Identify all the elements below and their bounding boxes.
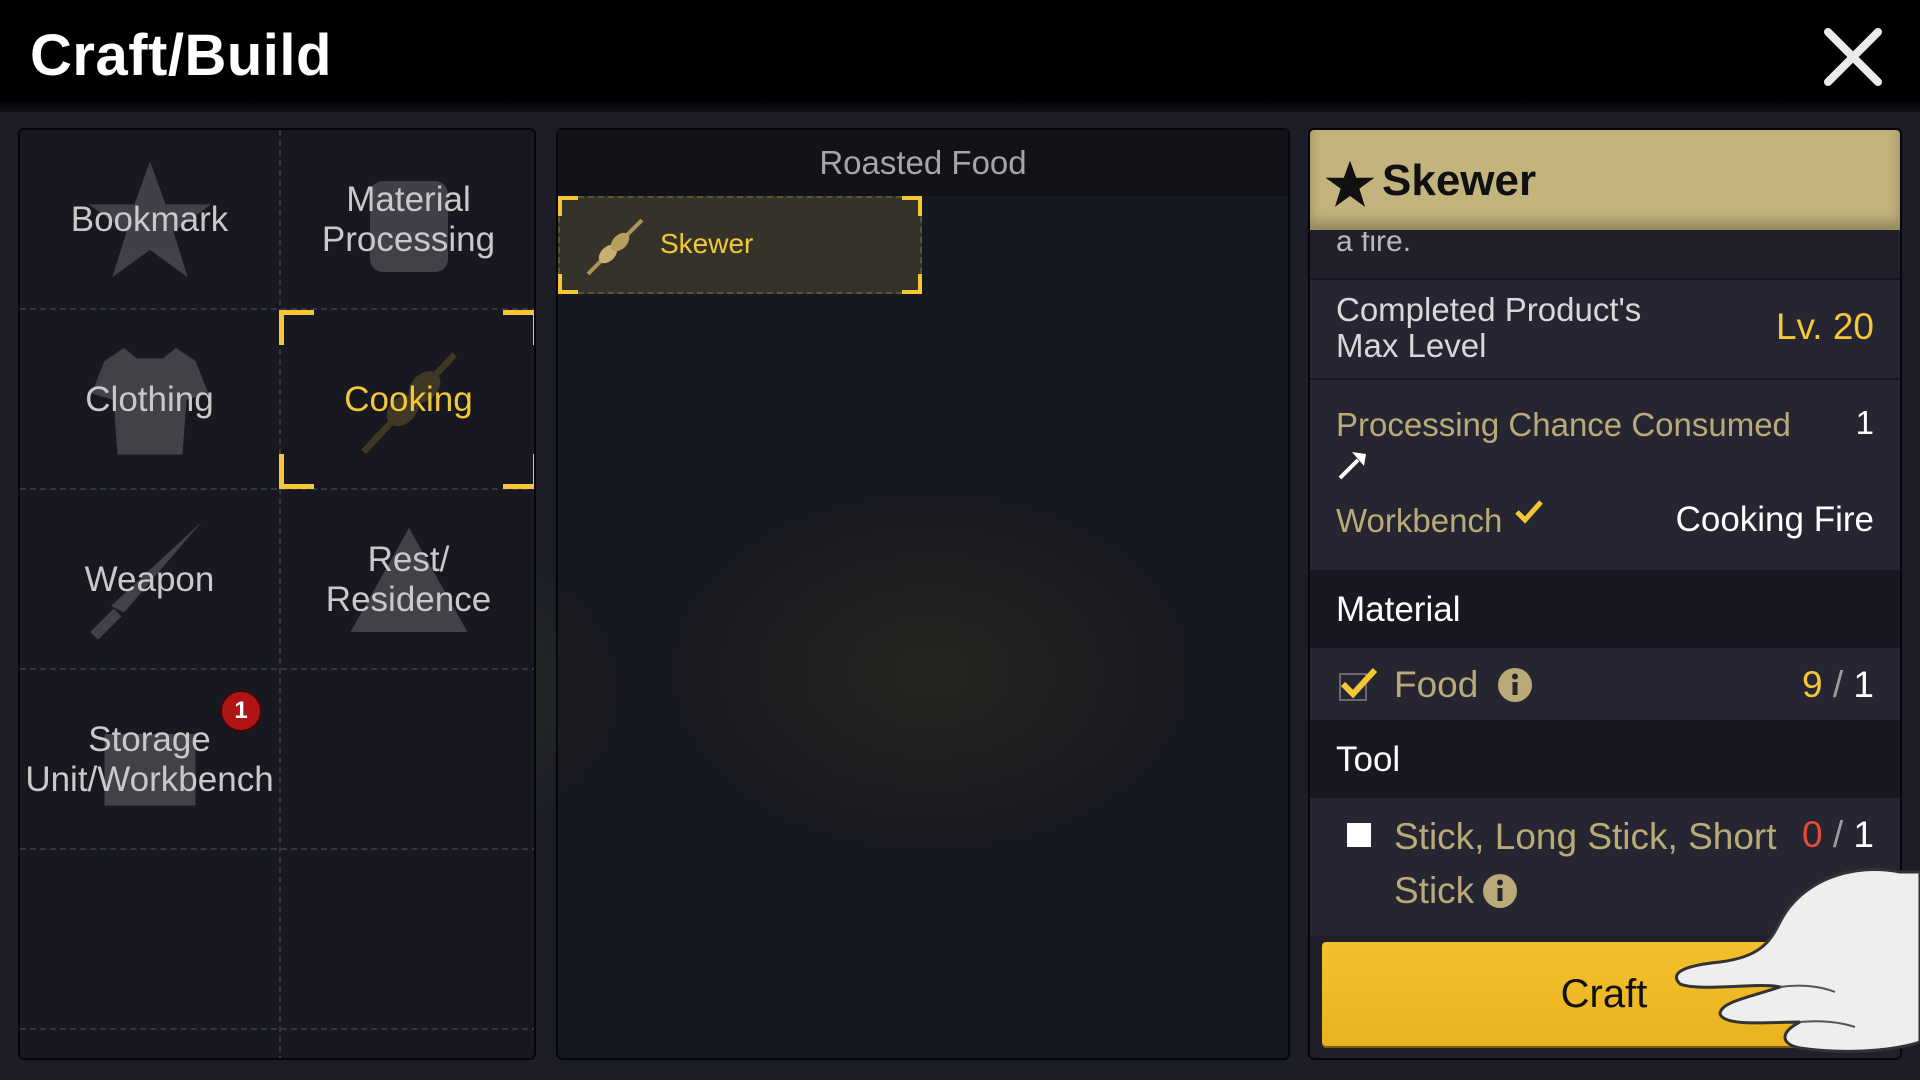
info-icon[interactable] <box>1497 667 1533 703</box>
selection-corner <box>902 196 922 216</box>
tool-name: Stick, Long Stick, Short Stick <box>1394 810 1777 918</box>
recipe-item-skewer[interactable]: Skewer <box>558 196 922 294</box>
processing-row: Processing Chance Consumed 1 Workbench C… <box>1310 378 1900 570</box>
check-icon <box>1339 667 1378 701</box>
category-panel: Bookmark Material Processing Clothing Co… <box>18 128 536 1060</box>
count-separator: / <box>1832 664 1844 705</box>
hammer-icon <box>1338 452 1366 480</box>
max-level-label: Completed Product's Max Level <box>1336 291 1642 364</box>
page-title: Craft/Build <box>30 23 332 88</box>
recipe-group-header: Roasted Food <box>558 130 1288 196</box>
max-level-row: Completed Product's Max Level Lv. 20 <box>1310 278 1900 378</box>
info-icon[interactable] <box>1482 873 1518 909</box>
category-label: Cooking <box>344 379 473 419</box>
divider <box>20 1028 534 1030</box>
detail-panel: a fire. Completed Product's Max Level Lv… <box>1308 128 1902 1060</box>
tool-row: Stick, Long Stick, Short Stick 0 / 1 <box>1310 796 1900 936</box>
selection-corner <box>558 274 578 294</box>
recipe-panel: Roasted Food Skewer <box>556 128 1290 1060</box>
close-icon <box>1824 28 1882 86</box>
tool-need: 1 <box>1853 814 1874 855</box>
category-cooking[interactable]: Cooking <box>279 310 534 489</box>
category-rest-residence[interactable]: Rest/ Residence <box>279 490 534 669</box>
category-label: Rest/ Residence <box>325 539 492 619</box>
recipe-item-label: Skewer <box>660 228 754 259</box>
material-have: 9 <box>1802 664 1823 705</box>
tool-name-text: Stick, Long Stick, Short Stick <box>1394 816 1777 911</box>
bookmark-star-icon[interactable] <box>1324 158 1376 210</box>
selection-corner <box>279 310 314 345</box>
check-icon <box>1515 500 1543 524</box>
selection-corner <box>503 310 534 345</box>
top-bar: Craft/Build <box>0 0 1920 112</box>
selection-corner <box>902 274 922 294</box>
material-need: 1 <box>1853 664 1874 705</box>
category-bookmark[interactable]: Bookmark <box>20 130 279 309</box>
processing-chance-value: 1 <box>1855 404 1874 441</box>
item-title-bar: Skewer <box>1310 130 1900 230</box>
tool-header: Tool <box>1336 740 1401 779</box>
material-header-row: Material <box>1310 570 1900 646</box>
selection-corner <box>279 454 314 489</box>
skewer-icon <box>586 218 644 276</box>
material-name: Food <box>1394 664 1533 706</box>
max-level-value: Lv. 20 <box>1775 306 1874 347</box>
category-weapon[interactable]: Weapon <box>20 490 279 669</box>
craft-button[interactable]: Craft <box>1322 942 1886 1046</box>
workbench-value: Cooking Fire <box>1675 500 1874 539</box>
category-clothing[interactable]: Clothing <box>20 310 279 489</box>
category-label: Bookmark <box>70 199 229 239</box>
category-label: Weapon <box>84 559 215 599</box>
item-name: Skewer <box>1382 156 1537 205</box>
material-row: Food 9 / 1 <box>1310 646 1900 720</box>
description-text: a fire. <box>1336 232 1412 252</box>
tool-have: 0 <box>1802 814 1823 855</box>
category-label: Clothing <box>85 379 214 419</box>
material-name-text: Food <box>1394 664 1479 705</box>
checkbox-icon <box>1347 823 1371 847</box>
selection-corner <box>503 454 534 489</box>
category-label: Material Processing <box>321 179 496 259</box>
category-material-processing[interactable]: Material Processing <box>279 130 534 309</box>
tool-count: 0 / 1 <box>1802 814 1874 856</box>
count-separator: / <box>1832 814 1844 855</box>
workbench-label: Workbench <box>1336 502 1503 539</box>
processing-chance-label: Processing Chance Consumed <box>1336 406 1791 443</box>
craft-button-label: Craft <box>1560 971 1648 1016</box>
close-button[interactable] <box>1818 22 1888 92</box>
material-count: 9 / 1 <box>1802 664 1874 706</box>
notification-badge: 1 <box>220 690 262 732</box>
selection-corner <box>558 196 578 216</box>
material-header: Material <box>1336 590 1461 629</box>
tool-header-row: Tool <box>1310 720 1900 796</box>
category-storage-workbench[interactable]: Storage Unit/Workbench 1 <box>20 670 279 849</box>
